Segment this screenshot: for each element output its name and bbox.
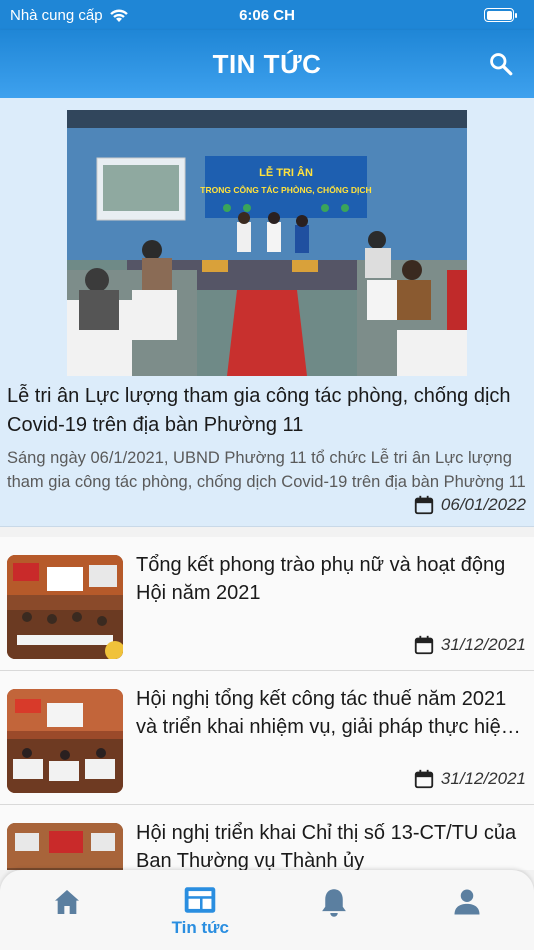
- list-item[interactable]: Hội nghị triển khai Chỉ thị số 13-CT/TU …: [0, 805, 534, 870]
- tab-news[interactable]: Tin tức: [134, 870, 268, 950]
- search-icon: [490, 53, 513, 76]
- article-title: Hội nghị tổng kết công tác thuế năm 2021…: [136, 688, 512, 738]
- tab-notifications[interactable]: [267, 870, 401, 950]
- carrier-label: Nhà cung cấp: [10, 6, 103, 24]
- carrier-group: Nhà cung cấp: [10, 7, 129, 24]
- tab-news-label: Tin tức: [171, 918, 229, 937]
- article-thumbnail: [7, 823, 123, 870]
- search-button[interactable]: [484, 47, 518, 81]
- featured-date: 06/01/2022: [0, 494, 534, 516]
- article-date: 31/12/2021: [413, 768, 534, 790]
- date-text: 06/01/2022: [440, 495, 526, 514]
- date-text: 31/12/2021: [440, 635, 526, 654]
- date-text: 31/12/2021: [440, 769, 526, 788]
- app-header: TIN TỨC: [0, 30, 534, 98]
- featured-title: Lễ tri ân Lực lượng tham gia công tác ph…: [7, 385, 511, 436]
- banner-line2: TRONG CÔNG TÁC PHÒNG, CHỐNG DỊCH: [200, 184, 371, 195]
- banner-line1: LỄ TRI ÂN: [259, 166, 313, 179]
- featured-photo: LỄ TRI ÂN TRONG CÔNG TÁC PHÒNG, CHỐNG DỊ…: [67, 110, 467, 376]
- tab-home[interactable]: [0, 870, 134, 950]
- battery-icon: [484, 8, 517, 22]
- article-thumbnail: [7, 555, 123, 659]
- article-date: 31/12/2021: [413, 634, 534, 656]
- tab-profile[interactable]: [401, 870, 534, 950]
- list-item[interactable]: Hội nghị tổng kết công tác thuế năm 2021…: [0, 671, 534, 805]
- wifi-icon: [109, 9, 128, 22]
- bell-icon: [321, 889, 346, 917]
- page-title: TIN TỨC: [212, 48, 322, 79]
- bottom-tab-bar: Tin tức: [0, 870, 534, 950]
- calendar-icon: [414, 495, 434, 515]
- calendar-icon: [414, 769, 434, 789]
- list-item[interactable]: Tổng kết phong trào phụ nữ và hoạt động …: [0, 537, 534, 671]
- user-icon: [454, 889, 480, 915]
- news-icon: [184, 887, 216, 913]
- article-title: Tổng kết phong trào phụ nữ và hoạt động …: [136, 554, 506, 604]
- calendar-icon: [414, 635, 434, 655]
- home-icon: [54, 890, 79, 914]
- status-bar: Nhà cung cấp 6:06 CH: [0, 0, 534, 30]
- featured-summary: Sáng ngày 06/1/2021, UBND Phường 11 tổ c…: [7, 449, 526, 491]
- news-list[interactable]: LỄ TRI ÂN TRONG CÔNG TÁC PHÒNG, CHỐNG DỊ…: [0, 98, 534, 870]
- featured-article[interactable]: LỄ TRI ÂN TRONG CÔNG TÁC PHÒNG, CHỐNG DỊ…: [0, 98, 534, 527]
- article-thumbnail: [7, 689, 123, 793]
- article-title: Hội nghị triển khai Chỉ thị số 13-CT/TU …: [136, 822, 517, 870]
